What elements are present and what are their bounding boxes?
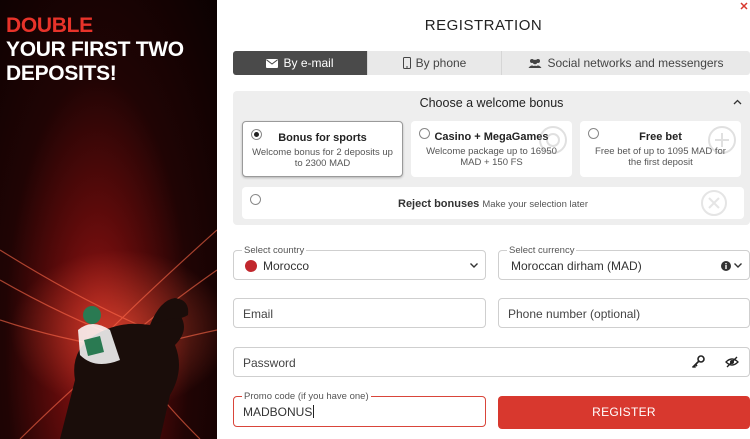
chevron-down-icon	[470, 263, 478, 268]
currency-select[interactable]: Select currency Moroccan dirham (MAD)	[498, 245, 750, 280]
casino-watermark-icon	[539, 126, 567, 154]
reject-bonus-text: Reject bonuses Make your selection later	[242, 198, 744, 210]
text-caret	[313, 405, 315, 418]
free-bet-watermark-icon	[708, 126, 736, 154]
reject-bonus-sub: Make your selection later	[482, 199, 588, 210]
bonus-option-casino[interactable]: Casino + MegaGames Welcome package up to…	[411, 121, 572, 177]
tab-social-networks[interactable]: Social networks and messengers	[502, 51, 750, 75]
reject-watermark-icon	[701, 190, 727, 216]
password-placeholder: Password	[243, 356, 296, 370]
page-title: REGISTRATION	[424, 17, 543, 34]
email-field[interactable]: Email	[233, 298, 486, 328]
info-icon[interactable]	[721, 261, 731, 271]
register-button[interactable]: REGISTER	[498, 396, 750, 429]
country-label: Select country	[242, 245, 307, 256]
phone-field[interactable]: Phone number (optional)	[498, 298, 750, 328]
promo-code-field[interactable]: Promo code (if you have one) MADBONUS	[233, 391, 486, 427]
tab-label: By phone	[415, 56, 467, 70]
reject-bonus-label: Reject bonuses	[398, 198, 480, 210]
promo-line-1: DOUBLE	[6, 14, 93, 37]
users-icon	[528, 59, 542, 68]
currency-label: Select currency	[507, 245, 577, 256]
registration-method-tabs: By e-mail By phone Social networks and m…	[233, 51, 750, 75]
phone-placeholder: Phone number (optional)	[508, 307, 641, 321]
tab-label: Social networks and messengers	[547, 56, 724, 70]
radio-button[interactable]	[419, 128, 430, 139]
promo-line-2: YOUR FIRST TWO	[6, 38, 184, 61]
bonus-description: Welcome bonus for 2 deposits up to 2300 …	[252, 147, 393, 169]
bonus-option-reject[interactable]: Reject bonuses Make your selection later	[242, 187, 744, 219]
promo-line-3: DEPOSITS!	[6, 62, 117, 85]
promo-code-value: MADBONUS	[243, 405, 315, 419]
promo-banner: DOUBLE YOUR FIRST TWO DEPOSITS!	[0, 0, 217, 439]
bonus-title: Bonus for sports	[278, 132, 367, 144]
promo-headline: DOUBLE YOUR FIRST TWO DEPOSITS!	[6, 14, 184, 86]
country-select[interactable]: Select country Morocco	[233, 245, 486, 280]
chevron-down-icon	[734, 263, 742, 268]
promo-code-label: Promo code (if you have one)	[242, 391, 371, 402]
tab-by-email[interactable]: By e-mail	[233, 51, 368, 75]
eye-hidden-icon[interactable]	[725, 356, 739, 368]
bonus-option-free-bet[interactable]: Free bet Free bet of up to 1095 MAD for …	[580, 121, 741, 177]
currency-value: Moroccan dirham (MAD)	[511, 259, 642, 273]
tab-label: By e-mail	[283, 56, 334, 70]
bonus-option-sports[interactable]: Bonus for sports Welcome bonus for 2 dep…	[242, 121, 403, 177]
close-icon[interactable]	[740, 2, 748, 10]
registration-form: REGISTRATION By e-mail By phone Social n…	[217, 0, 750, 439]
phone-icon	[402, 57, 411, 69]
bonus-heading: Choose a welcome bonus	[419, 96, 564, 110]
country-value: Morocco	[263, 259, 310, 273]
chevron-up-icon[interactable]	[733, 99, 742, 105]
radio-button[interactable]	[588, 128, 599, 139]
email-placeholder: Email	[243, 307, 274, 321]
envelope-icon	[266, 58, 279, 68]
morocco-flag-icon	[245, 260, 257, 272]
radio-button[interactable]	[251, 129, 262, 140]
key-icon[interactable]	[691, 355, 705, 369]
welcome-bonus-panel: Choose a welcome bonus Bonus for sports …	[233, 91, 750, 225]
promo-code-text: MADBONUS	[243, 405, 313, 419]
tab-by-phone[interactable]: By phone	[368, 51, 502, 75]
password-field[interactable]: Password	[233, 347, 750, 377]
